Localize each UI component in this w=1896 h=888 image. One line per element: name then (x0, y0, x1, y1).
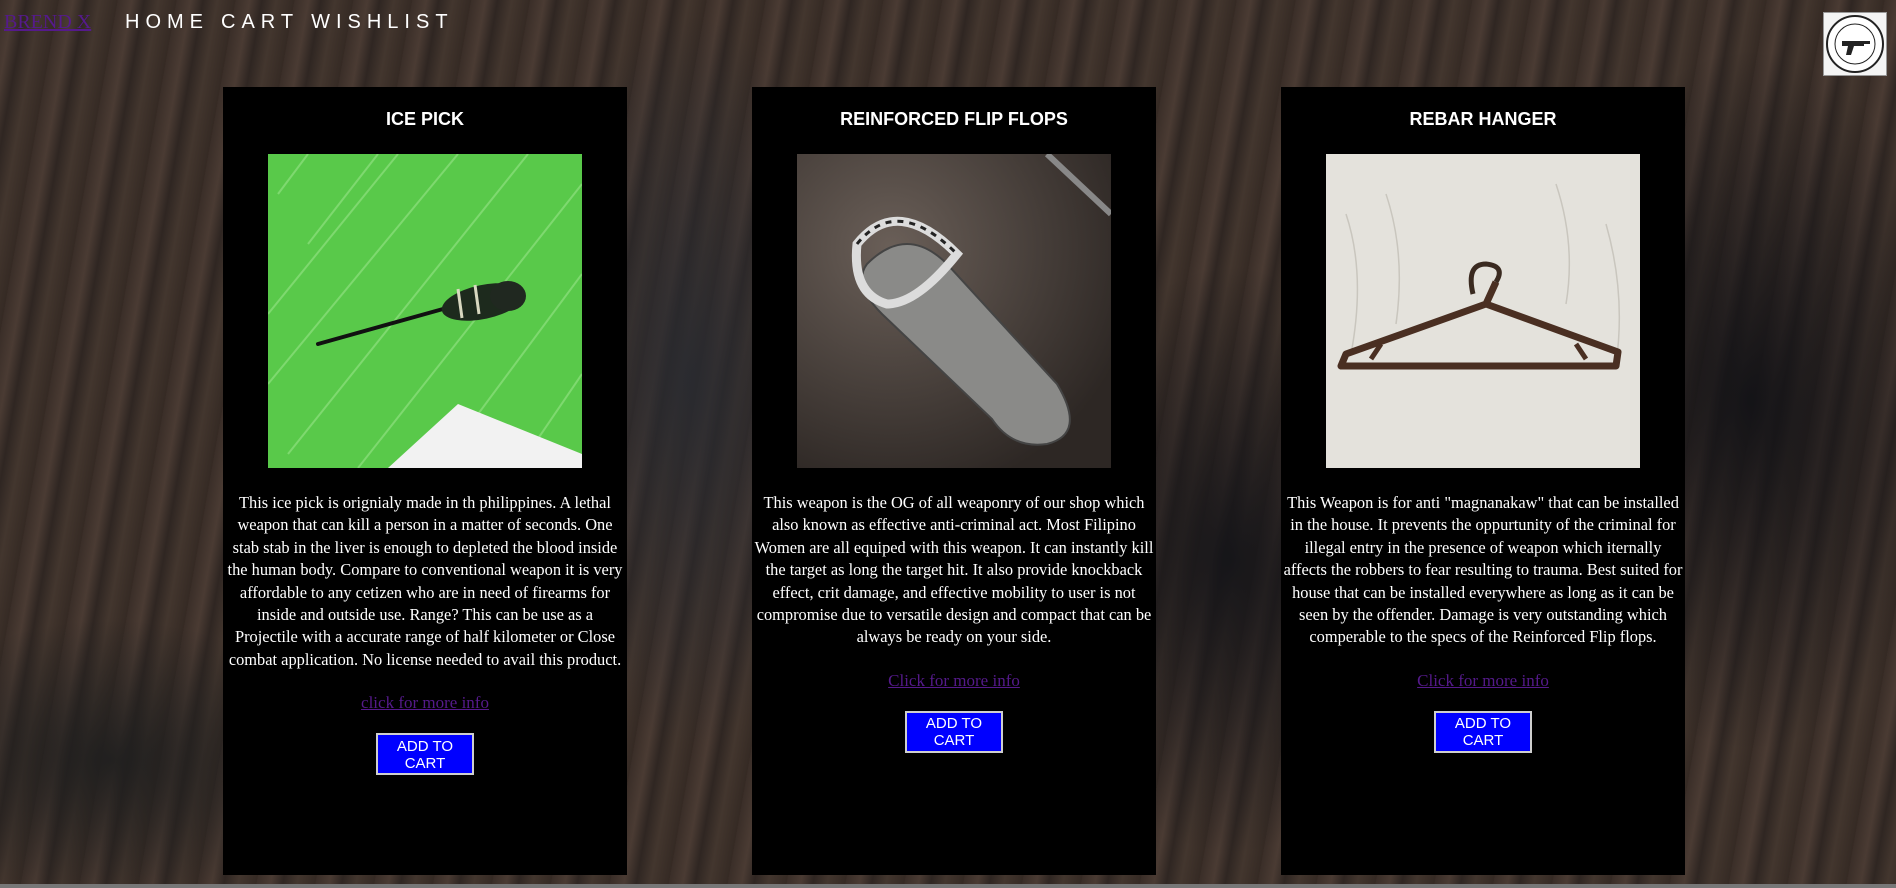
product-card-ice-pick: ICE PICK This ice pick is orignialy made… (223, 87, 627, 875)
nav-cart[interactable]: CART (221, 11, 299, 34)
add-to-cart-button[interactable]: ADD TO CART (376, 733, 474, 776)
bottom-border (0, 884, 1896, 888)
tool-town-logo-icon[interactable] (1823, 12, 1887, 76)
product-title: REINFORCED FLIP FLOPS (840, 109, 1068, 129)
product-card-reinforced-flip-flops: REINFORCED FLIP FLOPS This weapon is the… (752, 87, 1156, 875)
rebar-hanger-photo-icon (1326, 154, 1640, 468)
more-info-link[interactable]: Click for more info (1417, 671, 1549, 691)
product-description: This ice pick is orignialy made in th ph… (227, 493, 623, 669)
main-nav: HOME CART WISHLIST (125, 11, 466, 34)
reinforced-flip-flop-photo-icon (797, 151, 1114, 468)
nav-wishlist[interactable]: WISHLIST (311, 11, 453, 34)
more-info-link[interactable]: click for more info (361, 693, 489, 713)
product-description: This weapon is the OG of all weaponry of… (754, 493, 1154, 647)
nav-home[interactable]: HOME (125, 11, 209, 34)
add-to-cart-button[interactable]: ADD TO CART (1434, 710, 1532, 753)
ice-pick-photo-icon (267, 153, 583, 469)
brand-link[interactable]: BREND X (4, 11, 91, 34)
more-info-link[interactable]: Click for more info (888, 671, 1020, 691)
add-to-cart-button[interactable]: ADD TO CART (905, 710, 1003, 753)
product-card-rebar-hanger: REBAR HANGER This Weapon is for anti "ma… (1281, 87, 1685, 875)
product-title: REBAR HANGER (1409, 109, 1557, 129)
product-title: ICE PICK (385, 109, 464, 129)
top-navigation-bar: BREND X HOME CART WISHLIST (0, 0, 1896, 76)
product-description: This Weapon is for anti "magnanakaw" tha… (1283, 493, 1683, 647)
